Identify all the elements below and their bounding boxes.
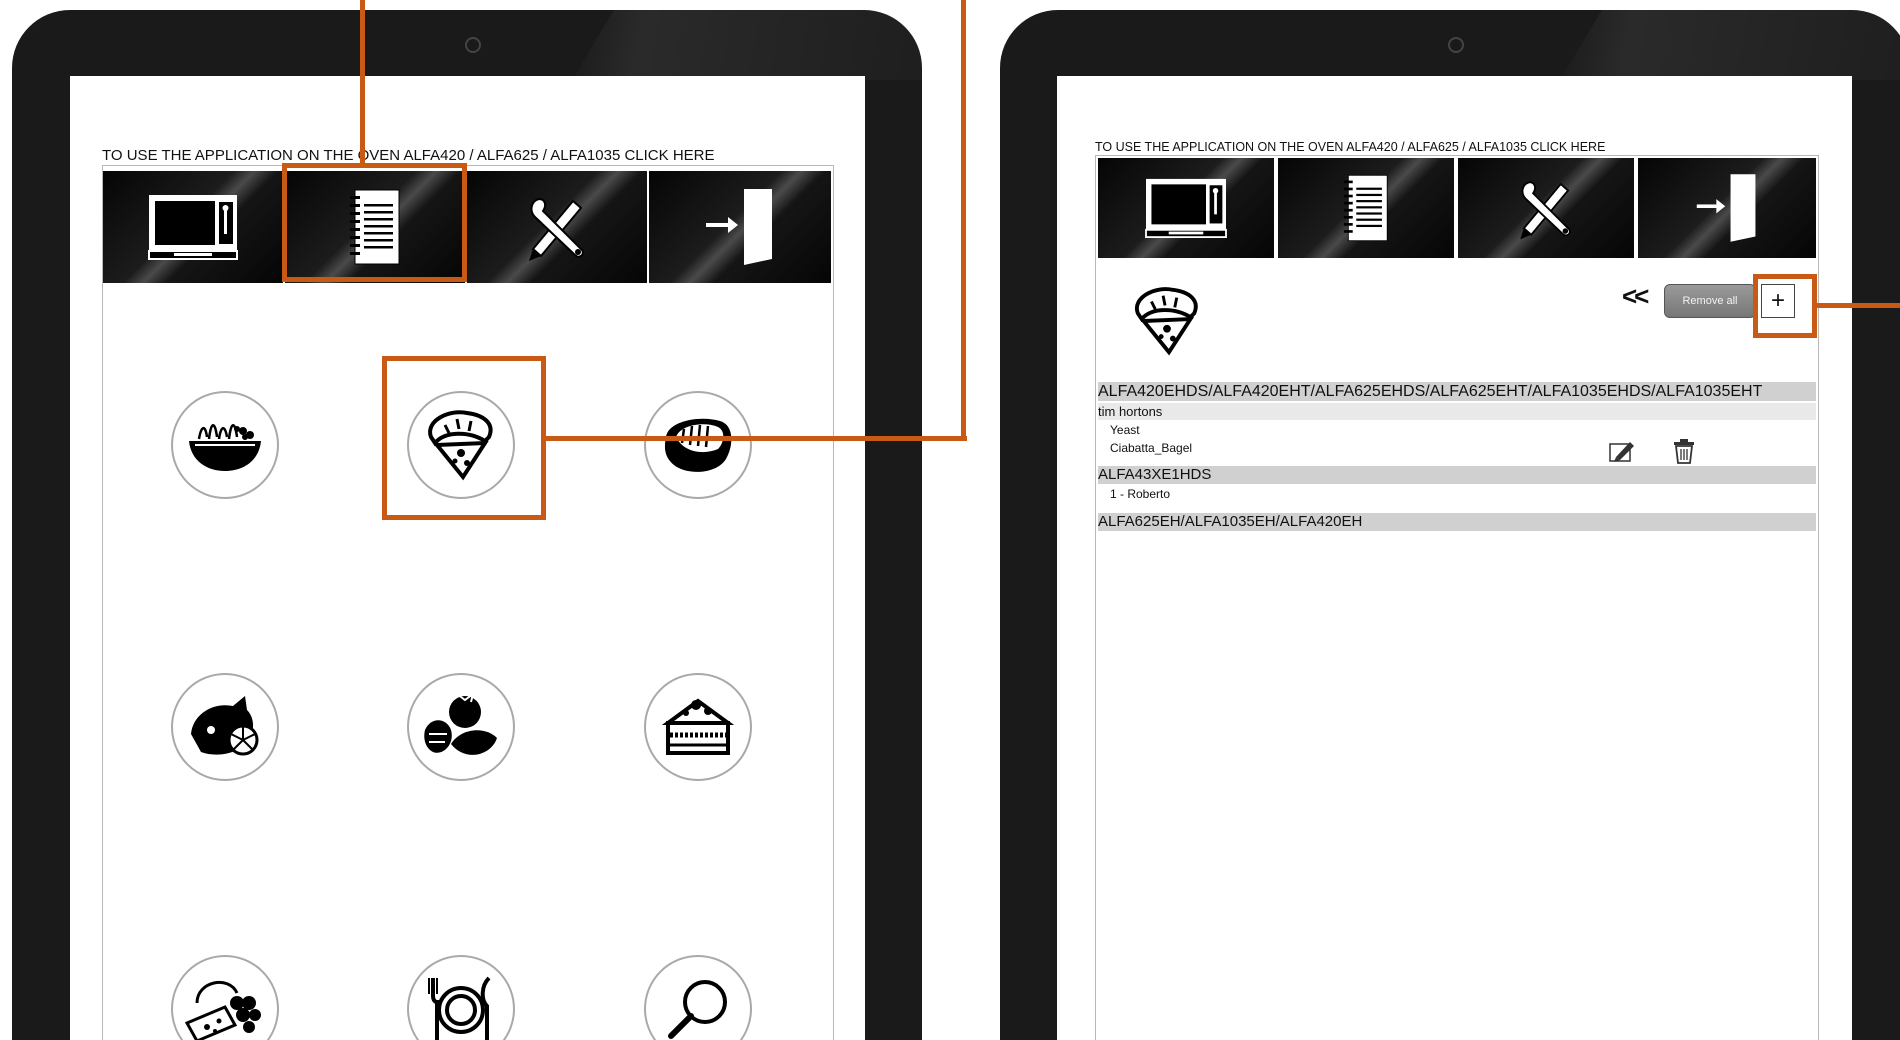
- category-pasta[interactable]: [171, 391, 279, 499]
- menu-oven[interactable]: [1098, 158, 1274, 258]
- edit-pencil-icon[interactable]: [1608, 439, 1636, 463]
- fish-lemon-icon: [191, 696, 259, 756]
- recipe-item[interactable]: 1 - Roberto: [1098, 486, 1816, 503]
- oven-group-header[interactable]: ALFA43XE1HDS: [1098, 466, 1816, 484]
- menu-tools[interactable]: [467, 171, 647, 283]
- menu-tools[interactable]: [1458, 158, 1634, 258]
- pasta-bowl-icon: [189, 424, 261, 471]
- category-search[interactable]: [644, 955, 752, 1040]
- highlight-recipes-menu: [282, 163, 467, 282]
- oven-group-header[interactable]: ALFA625EH/ALFA1035EH/ALFA420EH: [1098, 513, 1816, 531]
- pizza-category-icon: [1134, 287, 1198, 356]
- app-frame: << Remove all + ALFA420EHDS/ALFA420EHT/A…: [1095, 155, 1819, 1040]
- callout-line: [961, 0, 966, 441]
- bezel-glare: [1560, 10, 1900, 80]
- app-frame: [102, 165, 834, 1040]
- cake-slice-icon: [662, 698, 734, 755]
- meat-steak-icon: [664, 418, 732, 472]
- category-cheese[interactable]: [171, 955, 279, 1040]
- recipe-item[interactable]: Yeast: [1098, 422, 1816, 439]
- oven-app-link[interactable]: TO USE THE APPLICATION ON THE OVEN ALFA4…: [1095, 140, 1605, 154]
- oven-icon: [1145, 178, 1227, 238]
- category-dessert[interactable]: [644, 673, 752, 781]
- callout-line: [1817, 303, 1900, 308]
- callout-line: [546, 436, 967, 441]
- highlight-pizza-category: [382, 356, 546, 520]
- search-icon: [668, 980, 727, 1039]
- cheese-grapes-icon: [185, 981, 261, 1040]
- recipe-label: Ciabatta_Bagel: [1110, 441, 1193, 455]
- oven-icon: [148, 195, 238, 260]
- subgroup-header[interactable]: tim hortons: [1098, 403, 1816, 420]
- delete-trash-icon[interactable]: [1672, 438, 1696, 464]
- recipe-label: 1 - Roberto: [1110, 487, 1171, 501]
- category-menu[interactable]: [407, 955, 515, 1040]
- bezel-glare: [572, 10, 922, 80]
- camera-dot: [465, 37, 481, 53]
- highlight-add-button: [1753, 274, 1817, 338]
- logout-icon: [1696, 174, 1756, 242]
- menu-oven[interactable]: [103, 171, 283, 283]
- oven-group-header[interactable]: ALFA420EHDS/ALFA420EHT/ALFA625EHDS/ALFA6…: [1098, 382, 1816, 401]
- notebook-icon: [1343, 174, 1388, 242]
- category-meat[interactable]: [644, 391, 752, 499]
- menu-logout[interactable]: [649, 171, 831, 283]
- camera-dot: [1448, 37, 1464, 53]
- oven-app-link[interactable]: TO USE THE APPLICATION ON THE OVEN ALFA4…: [102, 147, 715, 164]
- right-screen: TO USE THE APPLICATION ON THE OVEN ALFA4…: [1057, 76, 1852, 1040]
- left-tablet: TO USE THE APPLICATION ON THE OVEN ALFA4…: [12, 10, 922, 1040]
- tools-icon: [529, 197, 584, 261]
- left-screen: TO USE THE APPLICATION ON THE OVEN ALFA4…: [70, 76, 865, 1040]
- vegetables-icon: [424, 691, 497, 755]
- recipe-item[interactable]: Ciabatta_Bagel: [1098, 440, 1816, 460]
- remove-all-button[interactable]: Remove all: [1664, 284, 1756, 318]
- plate-cutlery-icon: [428, 976, 491, 1040]
- logout-icon: [706, 189, 772, 265]
- recipe-label: Yeast: [1110, 423, 1140, 437]
- right-tablet: TO USE THE APPLICATION ON THE OVEN ALFA4…: [1000, 10, 1900, 1040]
- menu-logout[interactable]: [1638, 158, 1816, 258]
- back-button[interactable]: <<: [1622, 281, 1649, 312]
- menu-recipes[interactable]: [1278, 158, 1454, 258]
- callout-line: [360, 0, 365, 164]
- category-vegetables[interactable]: [407, 673, 515, 781]
- category-fish[interactable]: [171, 673, 279, 781]
- tools-icon: [1520, 181, 1571, 240]
